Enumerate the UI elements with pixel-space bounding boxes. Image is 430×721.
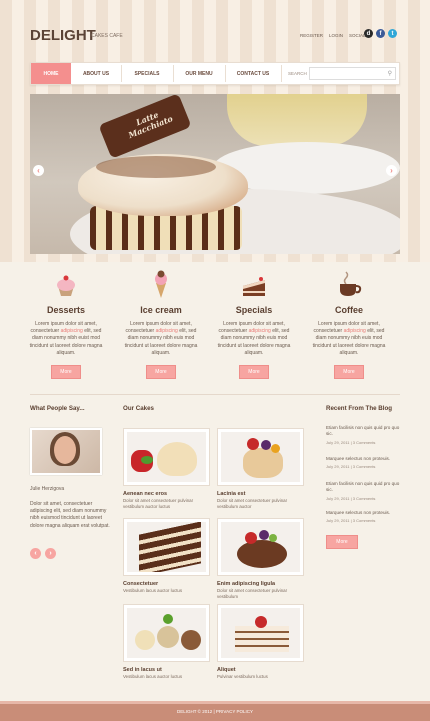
hero-drink bbox=[227, 94, 367, 146]
blog-item: Marquee selectus non proteuis. July 29, … bbox=[326, 510, 400, 523]
cake-thumbnail[interactable] bbox=[123, 518, 210, 576]
blog-post-link[interactable]: Marquee selectus non proteuis. bbox=[326, 456, 400, 462]
main-nav: HOME ABOUT US SPECIALS OUR MENU CONTACT … bbox=[30, 62, 400, 85]
more-button[interactable]: More bbox=[51, 365, 81, 380]
cake-name[interactable]: Aenean nec eros bbox=[123, 491, 167, 497]
twitter-icon[interactable]: t bbox=[388, 29, 397, 38]
testimonial-quote: Dolor sit amet, consectetuer adipiscing … bbox=[30, 501, 110, 529]
nav-separator bbox=[281, 65, 282, 82]
blog-post-meta: July 29, 2011 | 3 Comments bbox=[326, 439, 376, 445]
more-button[interactable]: More bbox=[334, 365, 364, 380]
facebook-icon[interactable]: f bbox=[376, 29, 385, 38]
feature-title: Coffee bbox=[334, 305, 363, 315]
search-label: SEARCH bbox=[288, 71, 307, 76]
blog-item: Etiam facilisis non quis quid pro quo si… bbox=[326, 425, 400, 445]
footer-stripe bbox=[0, 701, 430, 704]
site-footer: DELIGHT © 2012 | PRIVACY POLICY bbox=[0, 701, 430, 721]
footer-text[interactable]: DELIGHT © 2012 | PRIVACY POLICY bbox=[177, 709, 253, 714]
more-button[interactable]: More bbox=[239, 365, 269, 380]
testimonial-next-button[interactable]: › bbox=[45, 548, 56, 559]
section-divider bbox=[30, 394, 400, 395]
nav-our-menu[interactable]: OUR MENU bbox=[173, 63, 225, 84]
cupcake-icon bbox=[26, 268, 106, 298]
cake-name[interactable]: Consectetuer bbox=[123, 581, 158, 587]
feature-title: Specials bbox=[235, 305, 273, 315]
hero-slider[interactable]: Latte Macchiato ‹ › bbox=[30, 94, 400, 254]
blog-post-link[interactable]: Etiam facilisis non quis quid pro quo si… bbox=[326, 425, 400, 438]
cake-image bbox=[221, 522, 300, 572]
register-link[interactable]: REGISTER bbox=[300, 33, 323, 38]
feature-specials: Specials Lorem ipsum dolor sit amet, con… bbox=[214, 268, 294, 380]
cake-desc: Vestibulum lacus auctor luctus bbox=[123, 588, 183, 593]
testimonial-prev-button[interactable]: ‹ bbox=[30, 548, 41, 559]
cake-name[interactable]: Enim adipiscing ligula bbox=[217, 581, 275, 587]
feature-ice-cream: Ice cream Lorem ipsum dolor sit amet, co… bbox=[121, 268, 201, 380]
search-icon[interactable]: ⚲ bbox=[388, 70, 392, 77]
ice-cream-icon bbox=[121, 268, 201, 298]
hero-cocoa-dust bbox=[96, 156, 216, 178]
feature-desserts: Desserts Lorem ipsum dolor sit amet, con… bbox=[26, 268, 106, 380]
cake-thumbnail[interactable] bbox=[217, 604, 304, 662]
slider-next-button[interactable]: › bbox=[386, 165, 397, 176]
blog-post-link[interactable]: Marquee selectus non proteuis. bbox=[326, 510, 400, 516]
feature-text: Lorem ipsum dolor sit amet, consectetuer… bbox=[312, 321, 386, 356]
cake-thumbnail[interactable] bbox=[123, 604, 210, 662]
blog-item: Marquee selectus non proteuis. July 29, … bbox=[326, 456, 400, 469]
cake-thumbnail[interactable] bbox=[123, 428, 210, 486]
top-links: REGISTER LOGIN SOCIAL bbox=[300, 33, 366, 38]
blog-more-button[interactable]: More bbox=[326, 535, 358, 549]
coffee-cup-icon bbox=[309, 268, 389, 298]
cake-thumbnail[interactable] bbox=[217, 428, 304, 486]
blog-post-meta: July 29, 2011 | 3 Comments bbox=[326, 518, 376, 524]
social-icons: d f t bbox=[364, 29, 397, 38]
feature-text: Lorem ipsum dolor sit amet, consectetuer… bbox=[217, 321, 291, 356]
cake-image bbox=[127, 432, 206, 482]
cake-name[interactable]: Aliquet bbox=[217, 667, 236, 673]
blog-post-meta: July 29, 2011 | 3 Comments bbox=[326, 495, 376, 501]
testimonial-name: Julie Herzigova bbox=[30, 486, 65, 492]
cake-image bbox=[221, 608, 300, 658]
delicious-icon[interactable]: d bbox=[364, 29, 373, 38]
blog-item: Etiam facilisis non quis quid pro quo si… bbox=[326, 481, 400, 501]
login-link[interactable]: LOGIN bbox=[329, 33, 343, 38]
site-tagline: CAKES CAFE bbox=[91, 33, 123, 39]
feature-text: Lorem ipsum dolor sit amet, consectetuer… bbox=[29, 321, 103, 356]
cake-desc: Dolor sit amet consectetuer pulvinar ves… bbox=[217, 498, 288, 509]
more-button[interactable]: More bbox=[146, 365, 176, 380]
cake-desc: Pulvinar vestibulum luctus bbox=[217, 674, 268, 679]
site-logo[interactable]: DELIGHT bbox=[30, 27, 96, 44]
blog-title: Recent From The Blog bbox=[326, 405, 393, 412]
feature-title: Ice cream bbox=[140, 305, 182, 315]
nav-specials[interactable]: SPECIALS bbox=[121, 63, 173, 84]
nav-contact-us[interactable]: CONTACT US bbox=[225, 63, 281, 84]
cake-name[interactable]: Sed in lacus ut bbox=[123, 667, 162, 673]
nav-about-us[interactable]: ABOUT US bbox=[71, 63, 121, 84]
testimonials-title: What People Say... bbox=[30, 405, 85, 412]
cake-desc: Dolor sit amet consectetuer pulvinar ves… bbox=[123, 498, 194, 509]
nav-home[interactable]: HOME bbox=[31, 63, 71, 84]
cakes-title: Our Cakes bbox=[123, 405, 154, 412]
feature-coffee: Coffee Lorem ipsum dolor sit amet, conse… bbox=[309, 268, 389, 380]
blog-post-meta: July 29, 2011 | 3 Comments bbox=[326, 464, 376, 470]
feature-title: Desserts bbox=[46, 305, 86, 315]
cake-image bbox=[127, 608, 206, 658]
cake-slice-icon bbox=[214, 268, 294, 298]
cake-desc: Dolor sit amet consectetuer pulvinar ves… bbox=[217, 588, 288, 599]
blog-post-link[interactable]: Etiam facilisis non quis quid pro quo si… bbox=[326, 481, 400, 494]
photo-face bbox=[54, 436, 76, 464]
cake-image bbox=[221, 432, 300, 482]
slider-prev-button[interactable]: ‹ bbox=[33, 165, 44, 176]
cake-desc: Vestibulum lacus auctor luctus bbox=[123, 674, 183, 679]
testimonial-photo bbox=[30, 428, 102, 475]
feature-text: Lorem ipsum dolor sit amet, consectetuer… bbox=[124, 321, 198, 356]
search-input[interactable]: ⚲ bbox=[309, 67, 396, 80]
cake-image bbox=[127, 522, 206, 572]
cake-name[interactable]: Lacinia est bbox=[217, 491, 245, 497]
cake-thumbnail[interactable] bbox=[217, 518, 304, 576]
